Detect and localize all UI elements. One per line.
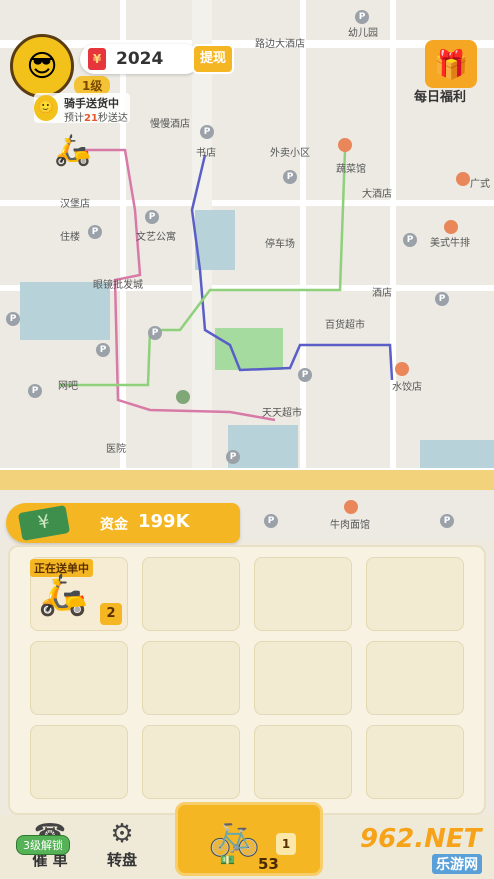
withdraw-button[interactable]: 提现 bbox=[192, 44, 234, 74]
parking-icon: P bbox=[28, 384, 42, 398]
player-avatar[interactable]: 😎 bbox=[10, 34, 74, 98]
vehicle-slot[interactable] bbox=[142, 725, 240, 799]
cash-stack-icon: ¥ bbox=[17, 505, 71, 541]
watermark-main: 962.NET bbox=[360, 824, 482, 854]
map-label: 广式 bbox=[470, 179, 490, 190]
scooter-icon: 🛵 bbox=[38, 572, 88, 618]
parking-icon: P bbox=[96, 343, 110, 357]
vehicle-slot[interactable] bbox=[254, 641, 352, 715]
funds-bar: ¥ 资金 199K bbox=[6, 503, 240, 543]
money-value: 2024 bbox=[116, 49, 164, 69]
rider-status-panel: 🙂 骑手送货中 预计21秒送达 bbox=[34, 93, 130, 124]
parking-icon: P bbox=[88, 225, 102, 239]
cash-icon: 💵 bbox=[220, 853, 235, 867]
buy-level-badge: 1 bbox=[276, 833, 296, 855]
map-label: 路边大酒店 bbox=[255, 39, 305, 50]
map-label: 医院 bbox=[106, 444, 126, 455]
vehicle-slot[interactable] bbox=[254, 725, 352, 799]
parking-icon: P bbox=[264, 514, 278, 528]
restaurant-marker-icon bbox=[444, 220, 458, 234]
buy-cost: 53 bbox=[258, 855, 279, 873]
parking-icon: P bbox=[298, 368, 312, 382]
map-label: 眼镜批发城 bbox=[93, 280, 143, 291]
map-label: 牛肉面馆 bbox=[330, 520, 370, 531]
funds-value: 199K bbox=[138, 511, 190, 532]
parking-icon: P bbox=[283, 170, 297, 184]
map-label: 停车场 bbox=[265, 239, 295, 250]
map-label: 住楼 bbox=[60, 232, 80, 243]
vehicle-slot[interactable] bbox=[366, 641, 464, 715]
parking-icon: P bbox=[200, 125, 214, 139]
vehicle-slot[interactable] bbox=[142, 641, 240, 715]
scooter-rider-icon: 🛵 bbox=[54, 133, 92, 168]
map-label: 汉堡店 bbox=[60, 199, 90, 210]
daily-welfare-label[interactable]: 每日福利 bbox=[414, 86, 466, 105]
vehicle-level-badge: 2 bbox=[100, 603, 122, 625]
map-label: 美式牛排 bbox=[430, 238, 470, 249]
map-label: 天天超市 bbox=[262, 408, 302, 419]
vehicle-slot[interactable] bbox=[366, 557, 464, 631]
unlock-badge: 3级解锁 bbox=[16, 835, 70, 855]
city-map[interactable]: 路边大酒店 幼儿园 慢慢酒店 书店 外卖小区 蔬菜馆 大酒店 广式 汉堡店 住楼… bbox=[0, 0, 494, 470]
map-label: 慢慢酒店 bbox=[150, 119, 190, 130]
rider-eta-text: 预计21秒送达 bbox=[64, 113, 128, 124]
vehicle-slot-1[interactable]: 正在送单中 🛵 2 bbox=[30, 557, 128, 631]
vehicle-slot[interactable] bbox=[30, 641, 128, 715]
money-display: ¥ 2024 bbox=[80, 44, 200, 74]
map-label: 网吧 bbox=[58, 381, 78, 392]
vehicle-slot[interactable] bbox=[254, 557, 352, 631]
funds-label: 资金 bbox=[100, 517, 128, 533]
parking-icon: P bbox=[403, 233, 417, 247]
buy-vehicle-button[interactable]: 🚲 1 💵 53 bbox=[175, 802, 323, 876]
parking-icon: P bbox=[435, 292, 449, 306]
map-label: 水饺店 bbox=[392, 382, 422, 393]
map-label: 书店 bbox=[196, 148, 216, 159]
wheel-label: 转盘 bbox=[106, 851, 137, 869]
vehicle-slot[interactable] bbox=[30, 725, 128, 799]
watermark-logo: 962.NET 乐游网 bbox=[340, 818, 490, 876]
watermark-sub: 乐游网 bbox=[432, 854, 482, 874]
red-envelope-icon: ¥ bbox=[88, 48, 106, 70]
vehicle-slot[interactable] bbox=[366, 725, 464, 799]
rider-avatar-icon: 🙂 bbox=[34, 95, 58, 121]
map-label: 文艺公寓 bbox=[136, 232, 176, 243]
map-label: 幼儿园 bbox=[348, 28, 378, 39]
shop-marker-icon bbox=[176, 390, 190, 404]
bicycle-icon: 🚲 bbox=[208, 809, 261, 858]
parking-icon: P bbox=[226, 450, 240, 464]
gift-box-icon[interactable]: 🎁 bbox=[425, 40, 477, 88]
urge-order-button[interactable]: ☎ 3级解锁 催 单 bbox=[10, 815, 90, 875]
restaurant-marker-icon bbox=[395, 362, 409, 376]
parking-icon: P bbox=[145, 210, 159, 224]
parking-icon: P bbox=[355, 10, 369, 24]
parking-icon: P bbox=[6, 312, 20, 326]
wheel-button[interactable]: ⚙ 转盘 bbox=[82, 815, 162, 875]
vehicle-slot[interactable] bbox=[142, 557, 240, 631]
map-label: 外卖小区 bbox=[270, 148, 310, 159]
restaurant-marker-icon bbox=[456, 172, 470, 186]
parking-icon: P bbox=[148, 326, 162, 340]
restaurant-marker-icon bbox=[338, 138, 352, 152]
map-label: 百货超市 bbox=[325, 320, 365, 331]
parking-icon: P bbox=[440, 514, 454, 528]
vehicle-grid: 正在送单中 🛵 2 bbox=[8, 545, 486, 815]
wheel-icon: ⚙ bbox=[110, 819, 134, 849]
map-label: 酒店 bbox=[372, 288, 392, 299]
map-label: 蔬菜馆 bbox=[336, 164, 366, 175]
restaurant-marker-icon bbox=[344, 500, 358, 514]
map-label: 大酒店 bbox=[362, 189, 392, 200]
